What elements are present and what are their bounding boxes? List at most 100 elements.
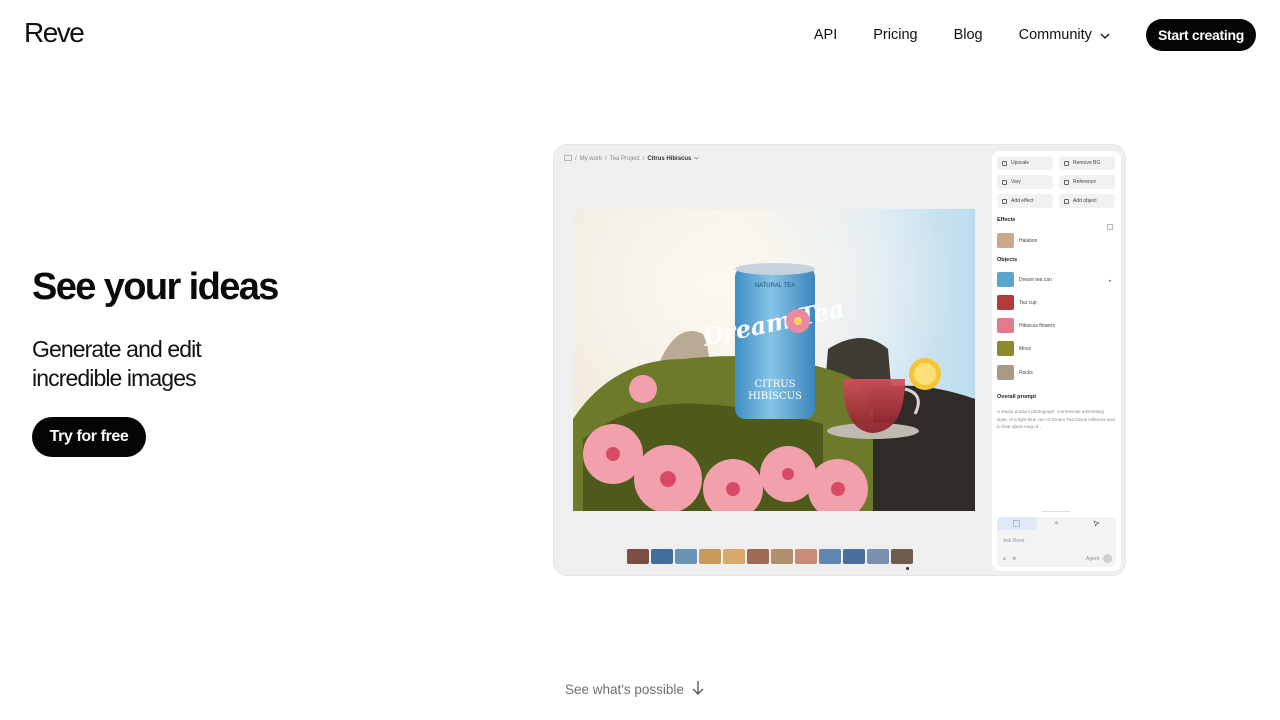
settings-icon[interactable]: ⚙ — [1012, 556, 1016, 562]
send-button[interactable] — [1103, 554, 1112, 563]
breadcrumb-current[interactable]: Citrus Hibiscus — [647, 156, 691, 162]
svg-text:CITRUS: CITRUS — [754, 379, 795, 390]
ask-reve-box: ✧ Ask Reve ⌀ ⚙ Agent — [997, 517, 1116, 567]
object-item-dream-tea-can[interactable]: Dream tea can — [997, 272, 1052, 287]
nav-link-api[interactable]: API — [814, 27, 837, 43]
object-label: Tea cup — [1019, 299, 1037, 306]
object-thumbnail — [997, 341, 1014, 356]
object-item-moss[interactable]: Moss — [997, 341, 1031, 356]
objects-heading: Objects — [997, 257, 1018, 263]
object-thumbnail — [997, 365, 1014, 380]
object-item-tea-cup[interactable]: Tea cup — [997, 295, 1037, 310]
history-thumbnail[interactable] — [891, 549, 913, 564]
object-thumbnail — [997, 295, 1014, 310]
chevron-down-icon — [694, 156, 700, 162]
chevron-down-icon — [1100, 27, 1110, 43]
history-thumbnail[interactable] — [675, 549, 697, 564]
ask-toolbar: ⌀ ⚙ Agent — [1003, 554, 1112, 563]
attach-icon[interactable]: ⌀ — [1003, 556, 1006, 562]
nav-link-blog[interactable]: Blog — [954, 27, 983, 43]
tool-label: Reference — [1073, 179, 1097, 185]
breadcrumb-project[interactable]: Tea Project — [610, 156, 640, 162]
history-thumbnail[interactable] — [867, 549, 889, 564]
reference-icon — [1064, 179, 1069, 185]
svg-text:NATURAL TEA: NATURAL TEA — [755, 283, 796, 289]
shuffle-icon — [1002, 179, 1007, 185]
add-effect-button[interactable]: Add effect — [997, 194, 1053, 208]
remove-bg-icon — [1064, 160, 1069, 166]
tool-label: Add effect — [1011, 198, 1034, 204]
hero-subtitle-line-1: Generate and edit — [32, 336, 202, 362]
tool-label: Upscale — [1011, 160, 1030, 166]
upscale-button[interactable]: Upscale — [997, 156, 1053, 170]
arrow-down-icon — [692, 680, 704, 699]
breadcrumb-sep: / — [575, 156, 577, 162]
tool-label: Remove BG — [1073, 160, 1101, 166]
object-thumbnail — [997, 318, 1014, 333]
app-preview: / My work / Tea Project / Citrus Hibiscu… — [553, 144, 1126, 576]
svg-text:HIBISCUS: HIBISCUS — [748, 391, 802, 402]
breadcrumb: / My work / Tea Project / Citrus Hibiscu… — [564, 155, 700, 163]
top-nav: API Pricing Blog Community Start creatin… — [814, 19, 1256, 51]
nav-link-pricing[interactable]: Pricing — [873, 27, 917, 43]
upscale-icon — [1002, 160, 1007, 166]
effect-thumbnail — [997, 233, 1014, 248]
object-label: Dream tea can — [1019, 276, 1052, 283]
chevron-right-icon: ▸ — [1109, 278, 1112, 284]
history-thumbnail[interactable] — [627, 549, 649, 564]
effect-icon — [1002, 198, 1007, 204]
overall-prompt-text[interactable]: A studio product photograph, commercial … — [997, 408, 1115, 431]
vary-button[interactable]: Vary — [997, 175, 1053, 189]
tool-label: Add object — [1073, 198, 1097, 204]
start-creating-button[interactable]: Start creating — [1145, 19, 1256, 51]
tool-label: Vary — [1011, 179, 1021, 185]
reference-button[interactable]: Reference — [1059, 175, 1115, 189]
object-label: Moss — [1019, 345, 1031, 352]
see-whats-possible-link[interactable]: See what's possible — [565, 680, 704, 699]
breadcrumb-sep: / — [642, 156, 645, 162]
effects-heading: Effects — [997, 217, 1016, 223]
panel-divider — [1042, 511, 1070, 512]
select-mode-icon[interactable] — [997, 517, 1037, 530]
object-label: Rocks — [1019, 369, 1033, 376]
hero-title: See your ideas — [32, 266, 279, 308]
object-label: Hibiscus flowers — [1019, 322, 1056, 329]
hero-subtitle: Generate and edit incredible images — [32, 335, 202, 393]
overall-prompt-heading: Overall prompt — [997, 394, 1037, 400]
breadcrumb-root[interactable]: My work — [580, 156, 602, 162]
history-thumbnail[interactable] — [843, 549, 865, 564]
object-thumbnail — [997, 272, 1014, 287]
add-object-button[interactable]: Add object — [1059, 194, 1115, 208]
logo[interactable]: Reve — [24, 17, 85, 49]
see-whats-possible-label: See what's possible — [565, 682, 684, 697]
history-thumbnails — [627, 549, 913, 564]
effects-settings-icon[interactable] — [1107, 217, 1113, 235]
history-thumbnail[interactable] — [651, 549, 673, 564]
ask-reve-input[interactable]: Ask Reve — [1003, 538, 1024, 544]
effect-item-halation[interactable]: Halation — [997, 233, 1037, 248]
object-item-rocks[interactable]: Rocks — [997, 365, 1033, 380]
history-thumbnail[interactable] — [747, 549, 769, 564]
breadcrumb-sep: / — [605, 156, 607, 162]
mode-tabs: ✧ — [997, 517, 1116, 530]
try-for-free-button[interactable]: Try for free — [32, 417, 146, 457]
edit-panel: Upscale Remove BG Vary Reference Add eff… — [992, 151, 1121, 571]
remove-bg-button[interactable]: Remove BG — [1059, 156, 1115, 170]
cursor-mode-icon[interactable] — [1076, 517, 1116, 530]
generated-image[interactable]: NATURAL TEA Dream Tea CITRUS HIBISCUS — [573, 209, 975, 511]
current-thumbnail-indicator — [906, 567, 909, 570]
history-thumbnail[interactable] — [771, 549, 793, 564]
hero-subtitle-line-2: incredible images — [32, 365, 197, 391]
history-thumbnail[interactable] — [795, 549, 817, 564]
agent-toggle[interactable]: Agent — [1086, 556, 1099, 562]
effect-label: Halation — [1019, 237, 1038, 244]
object-item-hibiscus-flowers[interactable]: Hibiscus flowers — [997, 318, 1055, 333]
object-icon — [1064, 198, 1069, 204]
magic-mode-icon[interactable]: ✧ — [1037, 517, 1077, 530]
nav-link-community[interactable]: Community — [1019, 27, 1110, 43]
history-thumbnail[interactable] — [699, 549, 721, 564]
history-thumbnail[interactable] — [819, 549, 841, 564]
product-photo-illustration: NATURAL TEA Dream Tea CITRUS HIBISCUS — [573, 209, 975, 511]
nav-link-community-label: Community — [1018, 27, 1092, 43]
history-thumbnail[interactable] — [723, 549, 745, 564]
